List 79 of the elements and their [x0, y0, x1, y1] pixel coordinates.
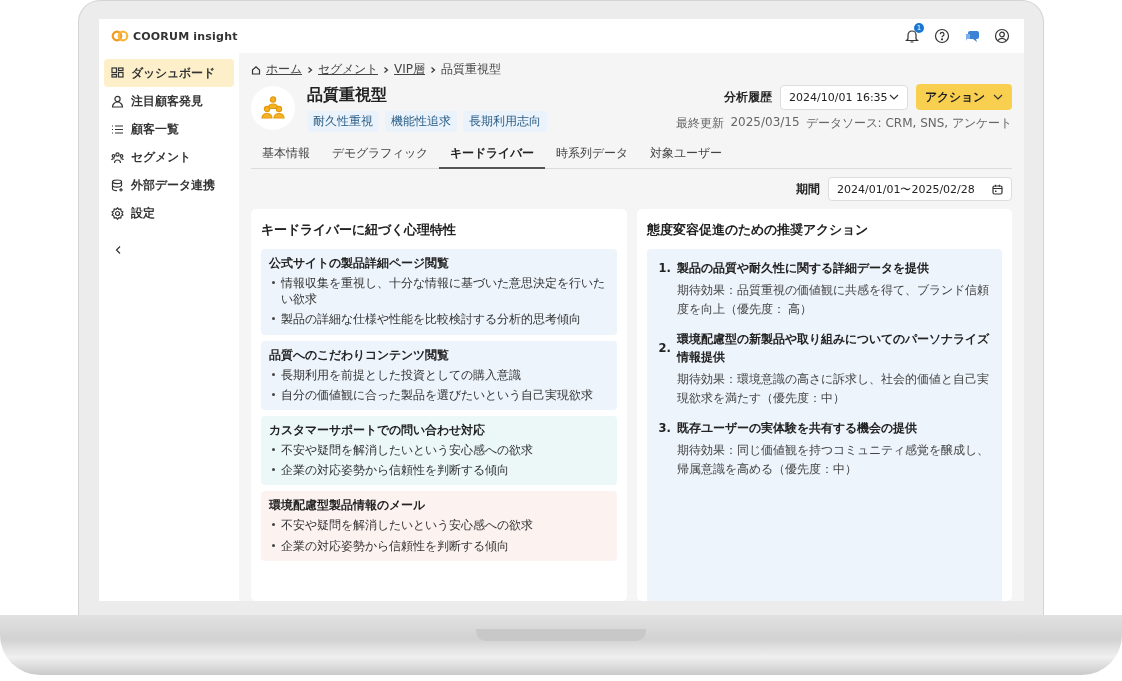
group-title: 環境配慮型製品情報のメール: [269, 498, 426, 514]
collapse-icon[interactable]: [114, 245, 122, 255]
card-title: 態度変容促進のための推奨アクション: [646, 221, 869, 239]
field-label: 期間: [796, 181, 820, 197]
sidebar-item[interactable]: ダッシュボード: [104, 59, 234, 87]
bullet-text: 情報収集を重視し、十分な情報に基づいた意思決定を行いたい欲求: [281, 275, 606, 308]
caret-icon: [889, 94, 899, 100]
bullet-icon: [272, 392, 275, 396]
action-button[interactable]: アクション: [916, 84, 1012, 110]
caret-icon: [993, 94, 1003, 100]
nav-icon: [111, 122, 124, 136]
segment-title: 品質重視型: [307, 84, 388, 106]
bell-icon[interactable]: [904, 28, 920, 44]
tag: 耐久性重視: [307, 110, 379, 132]
breadcrumb-current: 品質重視型: [441, 61, 501, 78]
logo-icon: [111, 30, 129, 42]
calendar-icon: [992, 183, 1003, 195]
item-number: 3.: [658, 421, 672, 436]
sidebar-item[interactable]: 設定: [104, 199, 234, 227]
action-title: 製品の品質や耐久性に関する詳細データを提供: [676, 260, 930, 277]
tab[interactable]: 基本情報: [251, 140, 321, 169]
chat-icon[interactable]: [964, 28, 980, 44]
group-title: 品質へのこだわりコンテンツ閲覧: [269, 347, 450, 363]
bullet-text: 企業の対応姿勢から信頼性を判断する傾向: [281, 462, 509, 479]
action-title: 既存ユーザーの実体験を共有する機会の提供: [676, 420, 918, 438]
nav-icon: [111, 178, 124, 192]
bullet-text: 不安や疑問を解消したいという安心感への欲求: [281, 441, 533, 459]
action-effect: 期待効果：環境意識の高さに訴求し、社会的価値と自己実現欲求を満たす（優先度：中）: [676, 371, 990, 407]
group-title: カスタマーサポートでの問い合わせ対応: [269, 422, 486, 438]
nav-icon: [111, 206, 124, 220]
bullet-icon: [272, 317, 275, 321]
history-dropdown[interactable]: 2024/10/01 16:35: [780, 84, 908, 110]
help-icon[interactable]: [934, 28, 950, 44]
action-effect: 期待効果：同じ価値観を持つコミュニティ感覚を醸成し、帰属意識を高める（優先度：中）: [676, 442, 990, 478]
sidebar-item[interactable]: セグメント: [104, 143, 234, 171]
action-effect: 期待効果：品質重視の価値観に共感を得て、ブランド信頼度を向上（優先度： 高）: [676, 282, 990, 318]
nav-icon: [111, 150, 124, 164]
sidebar-item[interactable]: 注目顧客発見: [104, 87, 234, 115]
bullet-icon: [272, 468, 275, 472]
home-icon[interactable]: [251, 64, 261, 75]
chevron-icon: [307, 65, 313, 74]
breadcrumb-link[interactable]: セグメント: [318, 61, 378, 78]
item-number: 2.: [658, 341, 672, 356]
bullet-text: 長期利用を前提とした投資としての購入意識: [281, 366, 521, 383]
bullet-text: 自分の価値観に合った製品を選びたいという自己実現欲求: [281, 386, 593, 403]
bullet-text: 企業の対応姿勢から信頼性を判断する傾向: [281, 537, 509, 554]
breadcrumb-link[interactable]: VIP層: [394, 61, 425, 78]
field-label: 分析履歴: [724, 89, 772, 105]
data-source: データソース: CRM, SNS, アンケート: [805, 115, 1012, 132]
tab[interactable]: デモグラフィック: [321, 140, 439, 169]
bullet-icon: [272, 372, 275, 376]
account-icon[interactable]: [994, 28, 1010, 44]
logo-text: COORUM insight: [133, 29, 238, 43]
bullet-icon: [272, 447, 275, 451]
tab[interactable]: 時系列データ: [545, 140, 639, 169]
tab[interactable]: 対象ユーザー: [639, 140, 733, 169]
sidebar-item[interactable]: 外部データ連携: [104, 171, 234, 199]
nav-icon: [111, 94, 124, 108]
date-range-field[interactable]: 2024/01/01〜2025/02/28: [828, 177, 1012, 201]
bullet-text: 不安や疑問を解消したいという安心感への欲求: [281, 517, 533, 534]
sidebar-item[interactable]: 顧客一覧: [104, 115, 234, 143]
people-icon: [260, 96, 286, 120]
bullet-text: 製品の詳細な仕様や性能を比較検討する分析的思考傾向: [281, 311, 581, 328]
chevron-icon: [430, 65, 436, 74]
tab[interactable]: キードライバー: [439, 140, 545, 169]
bullet-icon: [272, 281, 275, 284]
group-title: 公式サイトの製品詳細ページ閲覧: [269, 256, 450, 271]
bullet-icon: [272, 523, 275, 527]
breadcrumb-link[interactable]: ホーム: [266, 61, 302, 78]
update-date: 2025/03/15: [730, 115, 800, 131]
item-number: 1.: [658, 261, 672, 275]
nav-icon: [111, 66, 124, 80]
action-title: 環境配慮型の新製品や取り組みについてのパーソナライズ情報提供: [676, 331, 990, 367]
tag: 長期利用志向: [463, 110, 547, 132]
update-label: 最終更新: [676, 115, 725, 132]
tag: 機能性追求: [385, 110, 457, 132]
card-title: キードライバーに紐づく心理特性: [261, 221, 457, 239]
bullet-icon: [272, 543, 275, 547]
chevron-icon: [383, 65, 389, 74]
